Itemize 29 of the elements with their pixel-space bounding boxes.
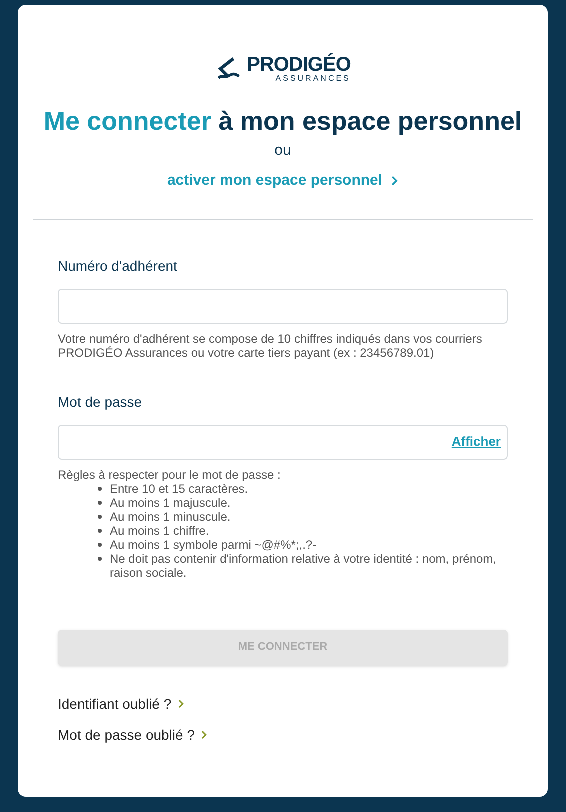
rule-text: Au moins 1 minuscule. [110, 510, 231, 524]
bullet-icon [98, 556, 102, 560]
member-number-field[interactable] [58, 288, 508, 324]
help-text: Votre numéro d'adhérent se compose de 10 chiffres indiqués dans vos courriers PRODIGÉO Assurances ou votre carte tiers payant (ex : 23456789.01) [58, 332, 484, 360]
forgot-link[interactable]: Identifiant oublié ? [58, 694, 508, 714]
show-password-link[interactable]: Afficher [452, 432, 501, 452]
page-title: Me connecter à mon espace personnel [42, 105, 524, 138]
bullet-icon [98, 542, 102, 546]
field-label: Mot de passe [58, 392, 144, 412]
bullet-icon [98, 486, 102, 490]
logo-name: PRODIGÉO [247, 55, 351, 75]
rules-title: Règles à respecter pour le mot de passe : [58, 468, 282, 482]
field-label: Numéro d'adhérent [58, 256, 178, 276]
rule-text: Au moins 1 majuscule. [110, 496, 231, 510]
chevron-icon [200, 730, 208, 740]
separator-text: ou [274, 140, 292, 160]
bullet-icon [98, 514, 102, 518]
activate-link[interactable]: activer mon espace personnel [167, 170, 399, 192]
chevron-icon [390, 175, 399, 188]
logo-tagline: ASSURANCES [276, 75, 351, 83]
bullet-icon [98, 500, 102, 504]
rule-text: Au moins 1 chiffre. [110, 524, 210, 538]
forgot-link[interactable]: Mot de passe oublié ? [58, 724, 508, 746]
bullet-icon [98, 528, 102, 532]
rule-text: Au moins 1 symbole parmi ~@#%*;,.?- [110, 538, 317, 552]
password-field[interactable]: Afficher [58, 424, 508, 460]
chevron-icon [178, 699, 185, 709]
rule-text: Entre 10 et 15 caractères. [110, 482, 248, 496]
rule-text: Ne doit pas contenir d'information relative à votre identité : nom, prénom, raison sociale. [110, 552, 498, 580]
